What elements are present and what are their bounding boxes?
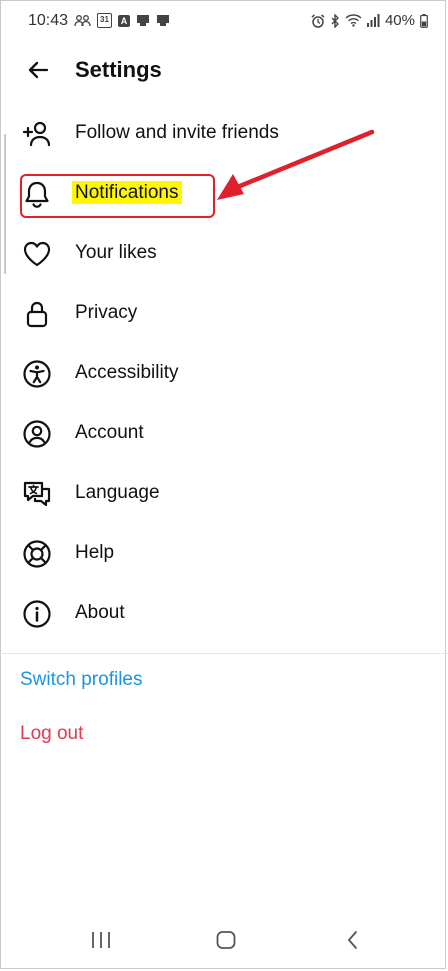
navigation-bar	[0, 909, 448, 971]
home-button[interactable]	[211, 925, 241, 955]
bluetooth-icon	[331, 13, 339, 28]
signal-icon	[366, 14, 380, 27]
status-time: 10:43	[28, 12, 69, 29]
menu-item-language[interactable]: Language	[0, 464, 448, 524]
app-icon	[157, 15, 169, 26]
battery-icon	[420, 13, 428, 28]
app-header: Settings	[0, 48, 448, 90]
status-notification-icons: 31 A	[74, 13, 170, 28]
menu-item-label: Help	[75, 542, 115, 563]
heart-icon	[22, 239, 52, 269]
switch-profiles-link[interactable]: Switch profiles	[20, 669, 143, 691]
add-person-icon	[22, 119, 52, 149]
menu-item-privacy[interactable]: Privacy	[0, 284, 448, 344]
back-icon	[347, 931, 357, 949]
language-icon	[22, 479, 52, 509]
recent-apps-button[interactable]	[86, 925, 116, 955]
log-out-link[interactable]: Log out	[20, 723, 83, 745]
info-icon	[22, 599, 52, 629]
status-bar: 10:43 31 A 40%	[0, 0, 448, 40]
back-button[interactable]	[24, 56, 52, 84]
arrow-left-icon	[28, 61, 49, 79]
recent-apps-icon	[92, 932, 110, 948]
lock-icon	[22, 299, 52, 329]
menu-item-label: About	[75, 602, 125, 623]
callout-arrow	[217, 129, 375, 200]
wifi-icon	[345, 14, 362, 27]
lifebuoy-icon	[22, 539, 52, 569]
battery-percent: 40%	[384, 12, 415, 29]
menu-item-label: Your likes	[75, 242, 157, 263]
menu-item-help[interactable]: Help	[0, 524, 448, 584]
people-icon	[74, 14, 91, 26]
menu-item-label: Account	[75, 422, 144, 443]
app-icon	[137, 15, 149, 26]
menu-item-about[interactable]: About	[0, 584, 448, 644]
alarm-icon	[311, 13, 325, 28]
menu-item-label: Privacy	[75, 302, 138, 323]
menu-item-account[interactable]: Account	[0, 404, 448, 464]
menu-item-accessibility[interactable]: Accessibility	[0, 344, 448, 404]
accessibility-icon	[22, 359, 52, 389]
menu-item-your-likes[interactable]: Your likes	[0, 224, 448, 284]
menu-item-label: Accessibility	[75, 362, 179, 383]
callout-box	[20, 174, 215, 218]
menu-item-label: Language	[75, 482, 160, 503]
section-divider	[0, 653, 448, 654]
account-icon	[22, 419, 52, 449]
page-title: Settings	[75, 57, 162, 82]
a-icon: A	[118, 14, 130, 27]
home-icon	[216, 931, 236, 949]
system-back-button[interactable]	[338, 925, 368, 955]
status-system-icons: 40%	[311, 12, 428, 29]
calendar-icon: 31	[97, 13, 112, 28]
